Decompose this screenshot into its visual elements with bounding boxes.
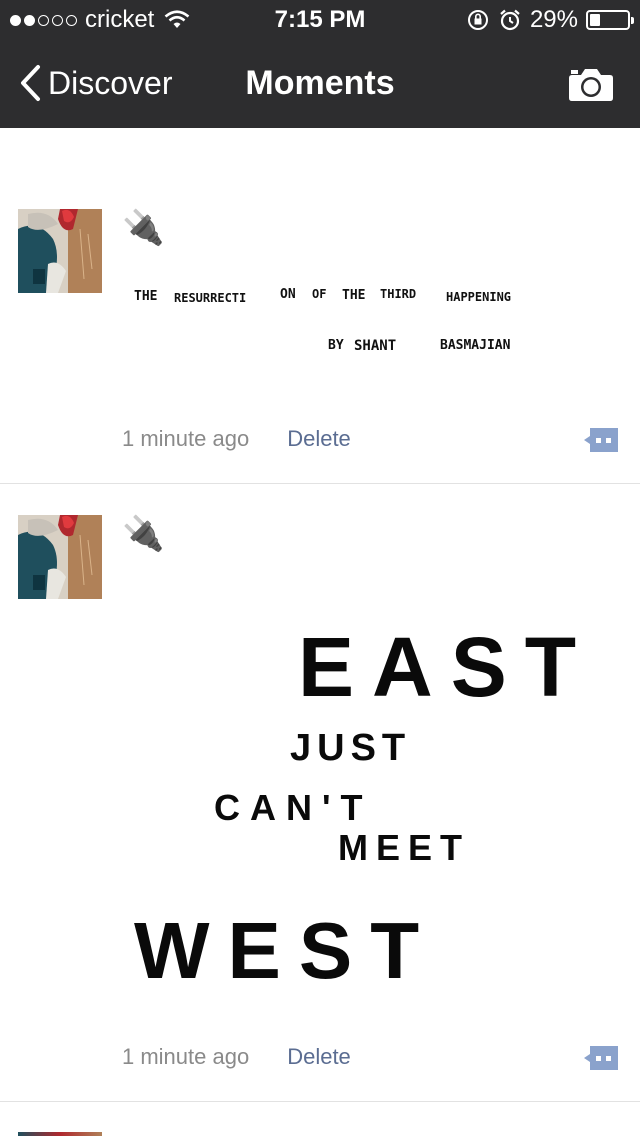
image-text-word: JUST (290, 727, 411, 769)
image-text-word: OF (312, 287, 326, 301)
delete-link[interactable]: Delete (287, 1044, 351, 1070)
image-text-word: THE (134, 289, 157, 304)
image-text-word: WEST (134, 906, 437, 995)
moment-post-2: 🔌 EAST JUST CAN'T MEET WEST 1 minute ago… (0, 484, 640, 1101)
post-image[interactable]: EAST JUST CAN'T MEET WEST (122, 614, 592, 1004)
post-meta: 1 minute ago Delete (122, 426, 351, 452)
camera-button[interactable] (568, 66, 614, 107)
image-text-word: ON (280, 287, 296, 302)
status-right: 29% (466, 6, 634, 34)
comment-button[interactable] (582, 1044, 620, 1077)
post-time: 1 minute ago (122, 426, 250, 451)
comment-icon (584, 1046, 618, 1070)
comment-icon (584, 428, 618, 452)
delete-link[interactable]: Delete (287, 426, 351, 452)
image-text-word: RESURRECTI (174, 291, 246, 305)
alarm-icon (500, 9, 520, 31)
moment-post-1: 🔌 THE RESURRECTI ON OF THE THIRD HAPPENI… (0, 128, 640, 483)
battery-percent: 29% (529, 6, 578, 33)
image-text-word: BASMAJIAN (440, 338, 511, 353)
battery-icon (586, 10, 634, 30)
plug-emoji: 🔌 (122, 515, 165, 553)
image-text-word: SHANT (354, 338, 396, 354)
image-text-word: THE (342, 288, 365, 303)
image-text-word: MEET (338, 827, 470, 868)
comment-button[interactable] (582, 426, 620, 459)
image-text-word: CAN'T (214, 787, 373, 828)
nav-bar: Discover Moments (0, 40, 640, 128)
image-text-word: BY (328, 338, 344, 353)
post-image[interactable]: THE RESURRECTI ON OF THE THIRD HAPPENING… (122, 278, 562, 388)
status-bar: cricket 7:15 PM 29% (0, 0, 640, 40)
page-title: Moments (245, 64, 395, 102)
image-text-word: EAST (298, 620, 592, 714)
divider (0, 1101, 640, 1102)
plug-emoji: 🔌 (122, 209, 165, 247)
image-text-word: THIRD (380, 287, 416, 301)
post-meta: 1 minute ago Delete (122, 1044, 351, 1070)
avatar[interactable] (18, 209, 102, 293)
image-text-word: HAPPENING (446, 290, 511, 304)
next-post-avatar[interactable] (18, 1132, 102, 1136)
rotation-lock-icon (467, 10, 488, 30)
post-time: 1 minute ago (122, 1044, 250, 1069)
avatar[interactable] (18, 515, 102, 599)
camera-icon (569, 69, 613, 101)
